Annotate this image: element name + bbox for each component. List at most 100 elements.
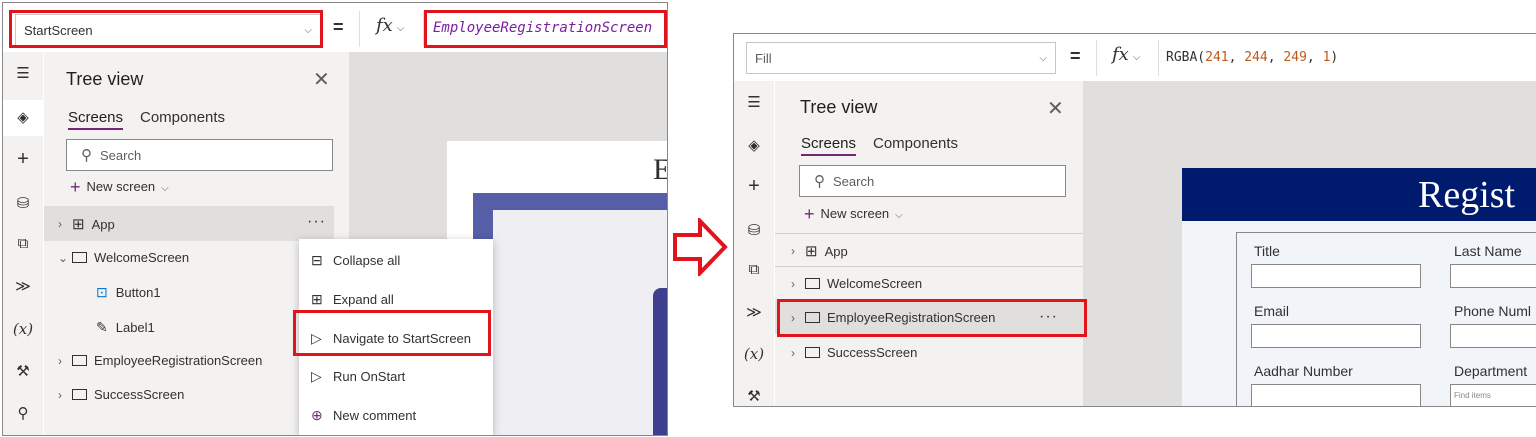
divider bbox=[775, 266, 1083, 267]
tree-item-employeeregistrationscreen[interactable]: › EmployeeRegistrationScreen bbox=[58, 353, 262, 368]
property-dropdown[interactable]: Fill ⌵ bbox=[746, 42, 1056, 74]
formula-arg: 244 bbox=[1244, 50, 1268, 65]
variables-icon[interactable]: (x) bbox=[3, 320, 43, 338]
tab-screens[interactable]: Screens bbox=[801, 135, 857, 156]
menu-item-collapse-all[interactable]: ⊟ Collapse all bbox=[299, 241, 493, 280]
tree-item-app[interactable]: › ⊞ App bbox=[58, 215, 115, 233]
search-input[interactable]: ⚲ Search bbox=[66, 139, 333, 171]
field-label-last-name: Last Name bbox=[1454, 243, 1522, 259]
layers-icon[interactable]: ◈ bbox=[3, 100, 43, 136]
tree-item-button1[interactable]: ⊡ Button1 bbox=[96, 284, 161, 301]
form-header: Regist bbox=[1182, 168, 1536, 221]
tools-icon[interactable]: ⚒ bbox=[734, 387, 774, 405]
property-value: Fill bbox=[755, 50, 772, 66]
search-placeholder: Search bbox=[833, 173, 875, 189]
close-icon[interactable]: ✕ bbox=[313, 67, 330, 92]
menu-item-label: Expand all bbox=[333, 292, 394, 307]
tree-item-welcomescreen[interactable]: › WelcomeScreen bbox=[791, 276, 922, 291]
fx-button[interactable]: fx ⌵ bbox=[1112, 44, 1140, 65]
search-input[interactable]: ⚲ Search bbox=[799, 165, 1066, 197]
field-label-aadhar: Aadhar Number bbox=[1254, 363, 1353, 379]
tree-item-label: Label1 bbox=[115, 320, 155, 335]
tree-item-successscreen[interactable]: › SuccessScreen bbox=[791, 345, 917, 360]
title-input[interactable] bbox=[1251, 264, 1421, 288]
tab-screens[interactable]: Screens bbox=[68, 109, 124, 130]
hamburger-icon[interactable]: ☰ bbox=[3, 64, 43, 82]
plus-icon[interactable]: + bbox=[3, 148, 43, 171]
arrow-right-icon bbox=[673, 218, 728, 276]
menu-item-label: New comment bbox=[333, 408, 417, 423]
tree-item-welcomescreen[interactable]: ⌄ WelcomeScreen bbox=[58, 250, 189, 265]
media-icon[interactable]: ⧉ bbox=[3, 235, 43, 252]
new-screen-button[interactable]: + New screen ⌵ bbox=[804, 204, 903, 225]
tree-item-label: SuccessScreen bbox=[94, 387, 185, 402]
search-placeholder: Search bbox=[100, 147, 142, 163]
media-icon[interactable]: ⧉ bbox=[734, 261, 774, 278]
app-icon: ⊞ bbox=[72, 216, 85, 233]
tree-item-label: App bbox=[824, 243, 848, 259]
formula-input[interactable]: RGBA(241, 244, 249, 1) bbox=[1166, 50, 1338, 65]
chevron-down-icon: ⌄ bbox=[58, 250, 69, 265]
comment-icon: ⊕ bbox=[311, 407, 323, 423]
tree-item-successscreen[interactable]: › SuccessScreen bbox=[58, 387, 184, 402]
close-icon[interactable]: ✕ bbox=[1047, 96, 1064, 121]
menu-item-run-onstart[interactable]: ▷ Run OnStart bbox=[299, 357, 493, 396]
left-rail: ☰ ◈ + ⛁ ⧉ ≫ (x) ⚒ bbox=[734, 81, 774, 406]
tree-item-label: App bbox=[91, 216, 115, 232]
tab-components[interactable]: Components bbox=[873, 135, 958, 152]
search-icon: ⚲ bbox=[81, 147, 92, 164]
formula-arg: 241 bbox=[1205, 50, 1229, 65]
chevron-down-icon: ⌵ bbox=[1039, 52, 1047, 64]
hamburger-icon[interactable]: ☰ bbox=[734, 93, 774, 111]
form-title: Regist bbox=[1418, 174, 1516, 216]
chevron-right-icon: › bbox=[58, 217, 62, 231]
left-rail: ☰ ◈ + ⛁ ⧉ ≫ (x) ⚒ ⚲ bbox=[3, 52, 43, 435]
formula-arg: 249 bbox=[1283, 50, 1307, 65]
new-screen-label: New screen bbox=[820, 206, 890, 221]
department-combobox[interactable]: Find items bbox=[1450, 384, 1536, 406]
tree-item-app[interactable]: › ⊞ App bbox=[791, 242, 848, 260]
menu-item-new-comment[interactable]: ⊕ New comment bbox=[299, 396, 493, 435]
last-name-input[interactable] bbox=[1450, 264, 1536, 288]
separator bbox=[1096, 40, 1097, 76]
power-automate-icon[interactable]: ≫ bbox=[3, 277, 43, 295]
chevron-down-icon: ⌵ bbox=[396, 23, 405, 34]
chevron-right-icon: › bbox=[791, 276, 795, 291]
app-icon: ⊞ bbox=[805, 243, 818, 260]
more-options-icon[interactable]: ··· bbox=[307, 213, 326, 231]
database-icon[interactable]: ⛁ bbox=[734, 221, 774, 239]
highlight-box bbox=[293, 310, 491, 356]
search-icon[interactable]: ⚲ bbox=[3, 404, 43, 422]
chevron-right-icon: › bbox=[791, 345, 795, 360]
aadhar-input[interactable] bbox=[1251, 384, 1421, 406]
layers-icon[interactable]: ◈ bbox=[734, 136, 774, 154]
plus-icon: + bbox=[70, 177, 81, 197]
power-automate-icon[interactable]: ≫ bbox=[734, 303, 774, 321]
variables-icon[interactable]: (x) bbox=[734, 345, 774, 363]
canvas-image-bg bbox=[493, 210, 667, 435]
tab-components[interactable]: Components bbox=[140, 109, 225, 126]
tools-icon[interactable]: ⚒ bbox=[3, 362, 43, 380]
highlight-box bbox=[777, 299, 1087, 337]
tree-view-title: Tree view bbox=[66, 69, 144, 89]
highlight-box bbox=[424, 10, 667, 48]
fx-button[interactable]: fx ⌵ bbox=[376, 15, 404, 36]
expand-icon: ⊞ bbox=[311, 291, 323, 307]
plus-icon[interactable]: + bbox=[734, 175, 774, 198]
tree-view-title: Tree view bbox=[800, 97, 878, 117]
phone-input[interactable] bbox=[1450, 324, 1536, 348]
chevron-down-icon: ⌵ bbox=[895, 210, 903, 221]
new-screen-button[interactable]: + New screen ⌵ bbox=[70, 177, 169, 198]
separator bbox=[1158, 40, 1159, 76]
database-icon[interactable]: ⛁ bbox=[3, 194, 43, 212]
equals-sign: = bbox=[333, 17, 344, 37]
button-icon: ⊡ bbox=[96, 284, 108, 300]
plus-icon: + bbox=[804, 204, 815, 224]
tree-item-label1[interactable]: ✎ Label1 bbox=[96, 319, 155, 336]
email-input[interactable] bbox=[1251, 324, 1421, 348]
field-label-phone: Phone Numl bbox=[1454, 303, 1532, 319]
chevron-down-icon: ⌵ bbox=[161, 183, 169, 194]
chevron-right-icon: › bbox=[58, 387, 62, 402]
menu-item-label: Collapse all bbox=[333, 253, 401, 268]
chevron-down-icon: ⌵ bbox=[1132, 52, 1141, 63]
